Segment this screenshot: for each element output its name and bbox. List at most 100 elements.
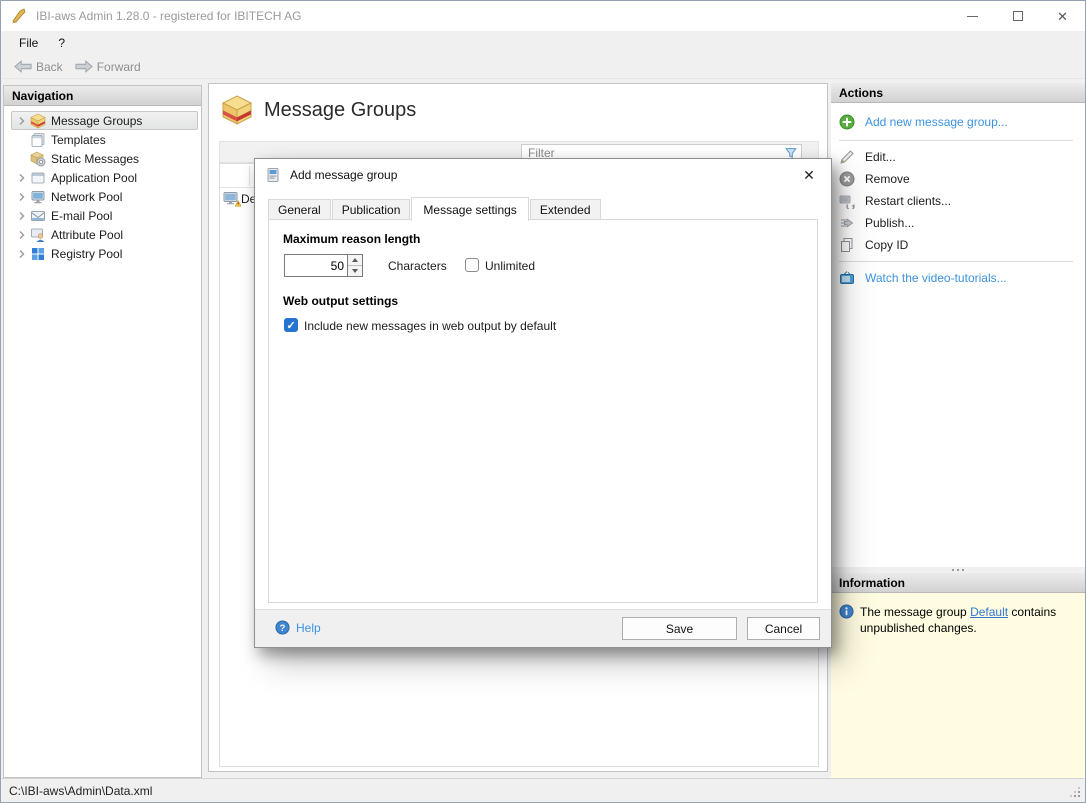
dialog-tabs: General Publication Message settings Ext… (268, 196, 602, 220)
tv-icon (839, 270, 855, 286)
menu-bar: File ? (2, 31, 1084, 55)
back-button[interactable]: Back (8, 58, 69, 76)
dialog-close-button[interactable]: ✕ (793, 163, 825, 187)
chevron-right-icon[interactable] (14, 208, 30, 224)
action-edit[interactable]: Edit... (831, 146, 1085, 168)
nav-item-label: E-mail Pool (51, 209, 112, 223)
navigation-tree: Message Groups Templates Static Messages… (4, 106, 201, 263)
max-reason-heading: Maximum reason length (283, 232, 420, 246)
email-pool-icon (30, 208, 46, 224)
forward-button[interactable]: Forward (69, 58, 147, 76)
menu-file[interactable]: File (9, 33, 48, 53)
chevron-right-icon[interactable] (14, 227, 30, 243)
app-icon (10, 7, 28, 25)
include-web-output-label[interactable]: Include new messages in web output by de… (304, 319, 556, 333)
data-file-path: C:\IBI-aws\Admin\Data.xml (9, 784, 152, 798)
action-label: Edit... (865, 150, 896, 164)
action-watch-video-tutorials[interactable]: Watch the video-tutorials... (831, 267, 1085, 289)
close-icon: ✕ (1057, 10, 1068, 23)
navigation-panel: Navigation Message Groups Templates Stat… (3, 85, 202, 778)
copy-icon (839, 237, 855, 253)
edit-pencil-icon (839, 149, 855, 165)
minimize-button[interactable] (950, 1, 995, 31)
action-copy-id[interactable]: Copy ID (831, 234, 1085, 256)
forward-arrow-icon (75, 60, 93, 73)
dialog-footer: ? Help Save Cancel (255, 609, 831, 647)
separator (839, 261, 1073, 262)
network-pool-icon (30, 189, 46, 205)
unlimited-checkbox[interactable] (465, 258, 479, 272)
action-publish[interactable]: Publish... (831, 212, 1085, 234)
actions-header: Actions (831, 83, 1085, 103)
back-arrow-icon (14, 60, 32, 73)
status-bar: C:\IBI-aws\Admin\Data.xml (2, 778, 1084, 801)
action-label: Publish... (865, 216, 914, 230)
chevron-right-icon[interactable] (14, 246, 30, 262)
help-link[interactable]: ? Help (275, 620, 321, 635)
forward-label: Forward (97, 60, 141, 74)
add-message-group-dialog: Add message group ✕ General Publication … (254, 158, 832, 648)
action-add-new-message-group[interactable]: Add new message group... (831, 109, 1085, 135)
tab-extended[interactable]: Extended (530, 199, 601, 220)
information-text: The message group Default contains unpub… (860, 604, 1072, 636)
spinner-up-button[interactable] (348, 255, 362, 266)
spinner-down-button[interactable] (348, 266, 362, 276)
action-label: Watch the video-tutorials... (865, 271, 1007, 285)
tab-message-settings[interactable]: Message settings (411, 197, 528, 221)
resize-grip-icon[interactable] (1078, 795, 1080, 797)
web-output-heading: Web output settings (283, 294, 398, 308)
nav-item-network-pool[interactable]: Network Pool (11, 187, 198, 206)
minimize-icon (967, 16, 978, 17)
title-bar: IBI-aws Admin 1.28.0 - registered for IB… (1, 1, 1085, 31)
application-pool-icon (30, 170, 46, 186)
message-group-warning-icon (223, 190, 241, 207)
window-title: IBI-aws Admin 1.28.0 - registered for IB… (36, 9, 301, 23)
nav-item-registry-pool[interactable]: Registry Pool (11, 244, 198, 263)
cancel-button[interactable]: Cancel (747, 617, 820, 640)
message-groups-header-icon (221, 94, 253, 126)
nav-item-application-pool[interactable]: Application Pool (11, 168, 198, 187)
chevron-right-icon[interactable] (14, 170, 30, 186)
chevron-right-icon[interactable] (14, 113, 30, 129)
close-button[interactable]: ✕ (1040, 1, 1085, 31)
menu-help[interactable]: ? (48, 33, 75, 53)
app-window: IBI-aws Admin 1.28.0 - registered for IB… (0, 0, 1086, 803)
action-label: Remove (865, 172, 910, 186)
default-group-link[interactable]: Default (970, 605, 1008, 619)
unlimited-label[interactable]: Unlimited (485, 259, 535, 273)
registry-pool-icon (30, 246, 46, 262)
restart-clients-icon (839, 193, 855, 209)
up-arrow-icon (352, 258, 358, 262)
nav-item-static-messages[interactable]: Static Messages (11, 149, 198, 168)
tab-general[interactable]: General (268, 199, 331, 220)
information-header: Information (831, 573, 1085, 593)
nav-item-email-pool[interactable]: E-mail Pool (11, 206, 198, 225)
include-web-output-checkbox[interactable] (284, 318, 298, 332)
characters-label: Characters (388, 259, 447, 273)
save-button[interactable]: Save (622, 617, 737, 640)
nav-item-message-groups[interactable]: Message Groups (11, 111, 198, 130)
chevron-right-icon[interactable] (14, 189, 30, 205)
tab-publication[interactable]: Publication (332, 199, 411, 220)
remove-circle-icon (839, 171, 855, 187)
nav-item-templates[interactable]: Templates (11, 130, 198, 149)
add-plus-icon (839, 114, 855, 130)
nav-item-label: Attribute Pool (51, 228, 123, 242)
maximize-button[interactable] (995, 1, 1040, 31)
max-reason-spinner[interactable]: 50 (284, 254, 363, 277)
action-restart-clients[interactable]: Restart clients... (831, 190, 1085, 212)
close-icon: ✕ (803, 167, 815, 184)
action-label: Copy ID (865, 238, 908, 252)
toolbar: Back Forward (2, 55, 1084, 79)
information-panel: Information The message group Default co… (831, 573, 1085, 778)
navigation-header: Navigation (4, 86, 201, 106)
action-remove[interactable]: Remove (831, 168, 1085, 190)
nav-item-attribute-pool[interactable]: Attribute Pool (11, 225, 198, 244)
nav-item-label: Message Groups (51, 114, 142, 128)
info-icon (839, 604, 854, 619)
down-arrow-icon (352, 269, 358, 273)
max-reason-value[interactable]: 50 (285, 255, 347, 276)
nav-item-label: Templates (51, 133, 106, 147)
help-icon: ? (275, 620, 290, 635)
nav-item-label: Application Pool (51, 171, 137, 185)
